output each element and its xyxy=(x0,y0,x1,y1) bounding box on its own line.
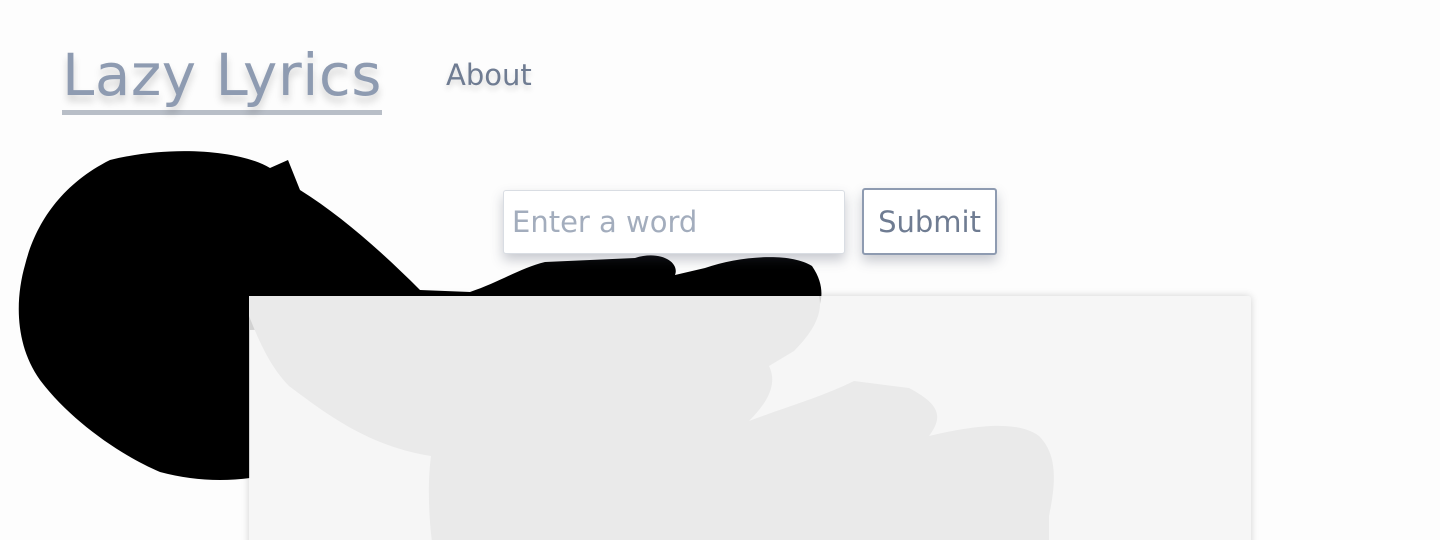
navbar: Lazy Lyrics About xyxy=(0,0,1440,140)
results-panel xyxy=(249,296,1251,540)
page: Lazy Lyrics About Submit xyxy=(0,0,1440,540)
word-input[interactable] xyxy=(503,190,845,254)
submit-button[interactable]: Submit xyxy=(862,188,997,255)
nav-about-link[interactable]: About xyxy=(446,56,532,94)
brand-logo-link[interactable]: Lazy Lyrics xyxy=(62,40,382,115)
panel-silhouette-shadow xyxy=(249,296,1054,540)
